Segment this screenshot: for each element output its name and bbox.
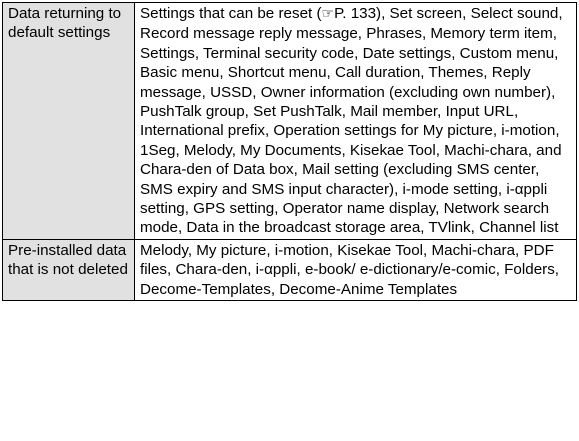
row-label-default-settings: Data returning to default settings xyxy=(2,2,135,240)
settings-table: Data returning to default settings Setti… xyxy=(2,2,577,302)
row-content-preinstalled-data: Melody, My picture, i-motion, Kisekae To… xyxy=(134,238,577,302)
page-reference-icon: ☞ xyxy=(321,6,335,22)
page-reference: P. 133 xyxy=(334,5,377,22)
content-text: Settings that can be reset ( xyxy=(140,5,322,22)
row-label-preinstalled-data: Pre-installed data that is not deleted xyxy=(2,238,135,302)
row-content-default-settings: Settings that can be reset (☞P. 133), Se… xyxy=(134,2,577,240)
table-row: Data returning to default settings Setti… xyxy=(2,2,577,240)
table-row: Pre-installed data that is not deleted M… xyxy=(2,238,577,302)
content-text: ), Set screen, Select sound, Record mess… xyxy=(140,5,563,237)
